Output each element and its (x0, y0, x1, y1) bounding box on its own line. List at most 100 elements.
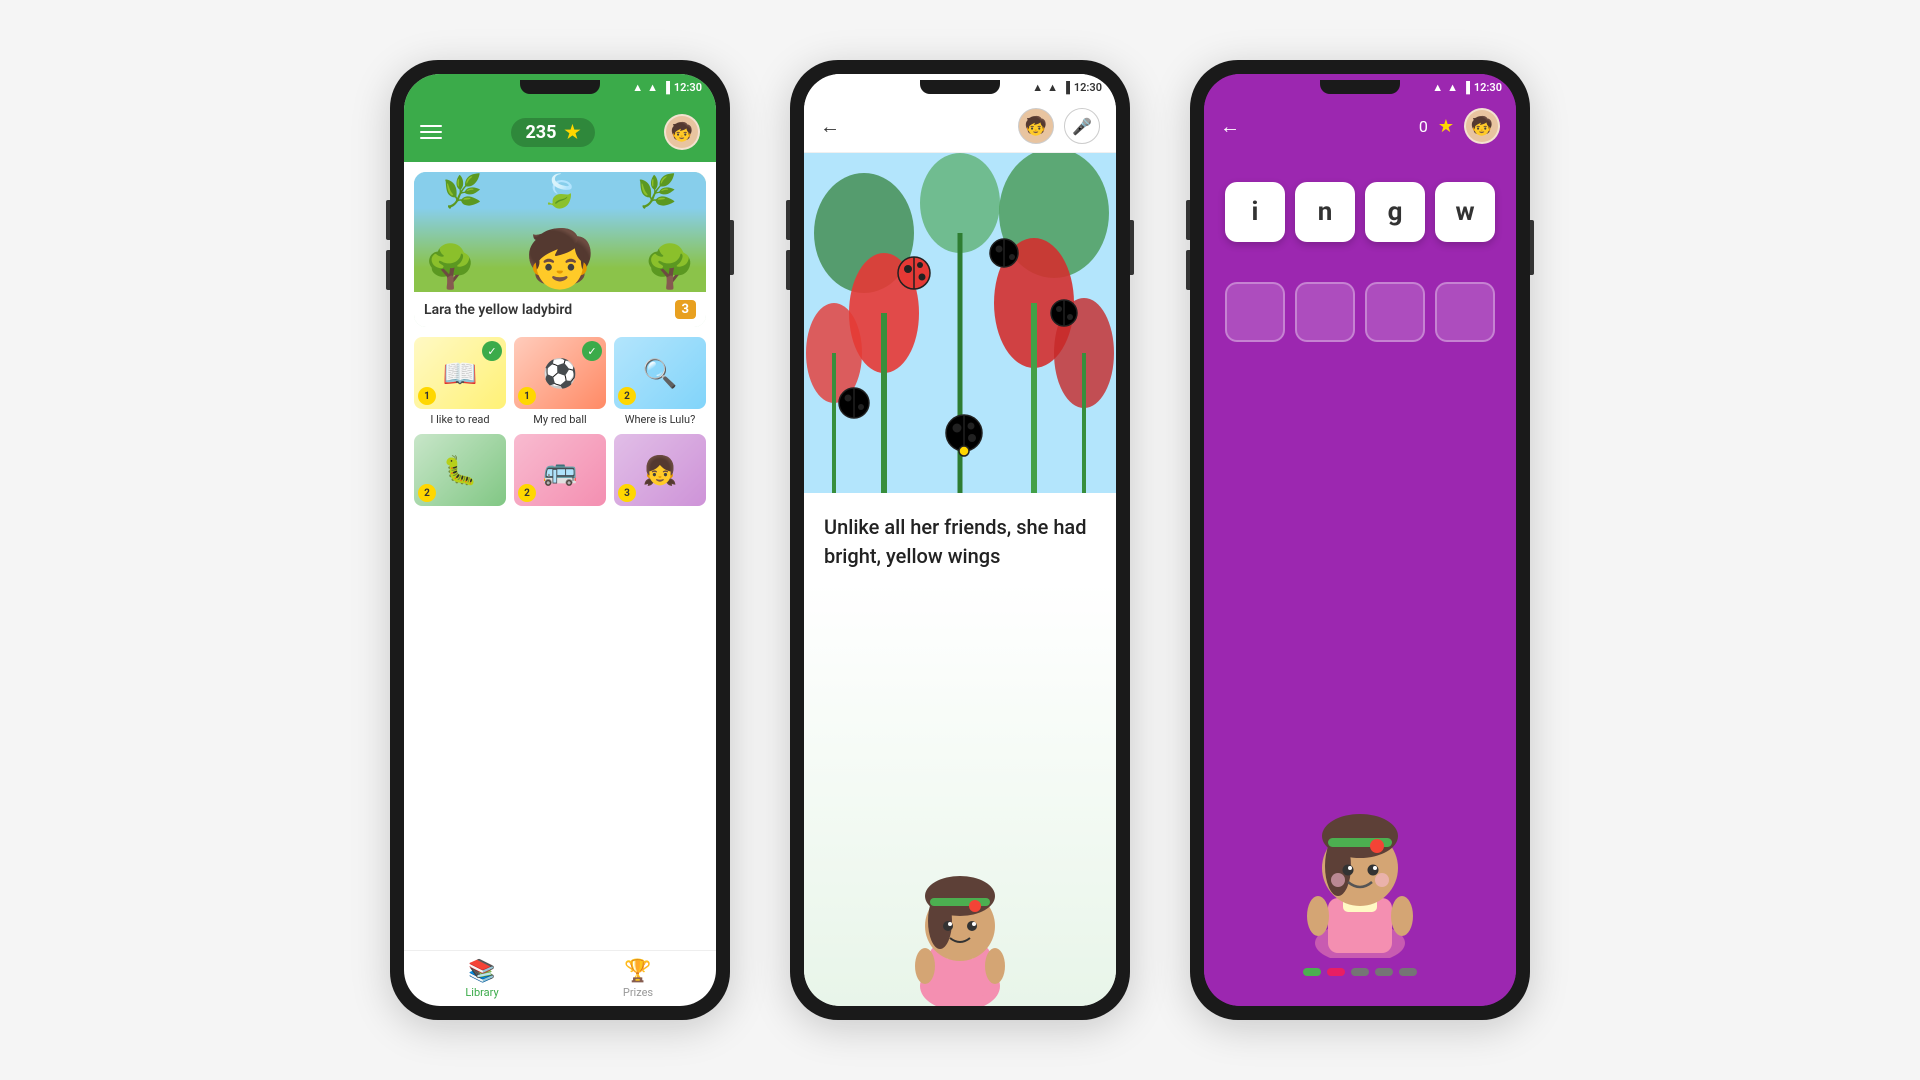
phone-notch-2 (920, 80, 1000, 94)
back-button-2[interactable]: ← (820, 114, 840, 139)
featured-card[interactable]: 🌿🍃🌿 🌳 🌳 🧒 Lara the yellow ladybird 3 (414, 172, 706, 327)
library-icon: 📚 (468, 959, 495, 984)
story-text: Unlike all her friends, she had bright, … (804, 493, 1116, 583)
bottom-tabs: 📚 Library 🏆 Prizes (404, 950, 716, 1006)
leaves-decoration: 🌿🍃🌿 (414, 172, 706, 210)
vol-btn-1 (386, 200, 390, 240)
time-2: 12:30 (1074, 81, 1102, 94)
book-thumb-1: 📖 ✓ 1 (414, 337, 506, 409)
tab-library[interactable]: 📚 Library (404, 951, 560, 1006)
phone1-header: 235 ★ 🧒 (404, 100, 716, 162)
featured-title-text: Lara the yellow ladybird (424, 302, 572, 318)
book-item-1[interactable]: 📖 ✓ 1 I like to read (414, 337, 506, 426)
answer-slot-1[interactable] (1225, 282, 1285, 342)
power-btn-1 (730, 220, 734, 275)
book-thumb-5: 🚌 2 (514, 434, 606, 506)
phone-notch-3 (1320, 80, 1400, 94)
num-badge-3: 2 (618, 387, 636, 405)
progress-dots (1293, 958, 1427, 986)
book-label-2: My red ball (514, 413, 606, 426)
answer-slot-2[interactable] (1295, 282, 1355, 342)
phone3-character (1280, 382, 1440, 958)
book-label-3: Where is Lulu? (614, 413, 706, 426)
book-item-3[interactable]: 🔍 2 Where is Lulu? (614, 337, 706, 426)
phone3-header: ← 0 ★ 🧒 (1204, 100, 1516, 152)
book-label-1: I like to read (414, 413, 506, 426)
answer-slot-4[interactable] (1435, 282, 1495, 342)
avatar-2[interactable]: 🧒 (1018, 108, 1054, 144)
phone2-content: Unlike all her friends, she had bright, … (804, 153, 1116, 1006)
book-item-4[interactable]: 🐛 2 (414, 434, 506, 510)
letter-g: g (1388, 197, 1403, 227)
progress-dot-1 (1303, 968, 1321, 976)
phone-2: ▲ ▲ ▐ 12:30 ← 🧒 🎤 (790, 60, 1130, 1020)
tab-library-label: Library (465, 986, 498, 999)
num-badge-1: 1 (418, 387, 436, 405)
score-pill: 235 ★ (511, 118, 594, 147)
answer-slots (1225, 282, 1495, 342)
phone3-score-area: 0 ★ 🧒 (1419, 108, 1500, 144)
phone-1: ▲ ▲ ▐ 12:30 235 ★ 🧒 (390, 60, 730, 1020)
vol-btn2-p3 (1186, 250, 1190, 290)
progress-dot-3 (1351, 968, 1369, 976)
avatar-1[interactable]: 🧒 (664, 114, 700, 150)
letter-tile-i[interactable]: i (1225, 182, 1285, 242)
vol-btn-p2 (786, 200, 790, 240)
num-badge-4: 2 (418, 484, 436, 502)
time-1: 12:30 (674, 81, 702, 94)
hamburger-menu[interactable] (420, 125, 442, 139)
book-item-2[interactable]: ⚽ ✓ 1 My red ball (514, 337, 606, 426)
header-actions-2: 🧒 🎤 (1018, 108, 1100, 144)
tree-left: 🌳 (424, 243, 476, 292)
star-icon-1: ★ (564, 122, 580, 143)
num-badge-6: 3 (618, 484, 636, 502)
answer-slot-3[interactable] (1365, 282, 1425, 342)
book-thumb-2: ⚽ ✓ 1 (514, 337, 606, 409)
power-btn-2 (1130, 220, 1134, 275)
prizes-icon: 🏆 (624, 959, 651, 984)
letter-tile-n[interactable]: n (1295, 182, 1355, 242)
book-thumb-4: 🐛 2 (414, 434, 506, 506)
book-emoji-5: 🚌 (543, 454, 578, 487)
lara-character: 🧒 (525, 226, 595, 292)
progress-dot-5 (1399, 968, 1417, 976)
phone-notch-1 (520, 80, 600, 94)
battery-icon-1: ▐ (662, 81, 670, 94)
book-item-5[interactable]: 🚌 2 (514, 434, 606, 510)
num-badge-5: 2 (518, 484, 536, 502)
tab-prizes[interactable]: 🏆 Prizes (560, 951, 716, 1006)
letter-tile-g[interactable]: g (1365, 182, 1425, 242)
star-icon-3: ★ (1438, 116, 1454, 137)
vol-btn2-p2 (786, 250, 790, 290)
letter-w: w (1455, 197, 1474, 227)
book-grid: 📖 ✓ 1 I like to read ⚽ ✓ 1 My red ball (404, 327, 716, 950)
score-value: 235 (525, 122, 556, 143)
wifi-icon-2: ▲ (1047, 81, 1058, 94)
wifi-icon-3: ▲ (1447, 81, 1458, 94)
phone2-header: ← 🧒 🎤 (804, 100, 1116, 153)
letter-tiles: i n g w (1225, 182, 1495, 242)
check-badge-2: ✓ (582, 341, 602, 361)
featured-card-image: 🌿🍃🌿 🌳 🌳 🧒 (414, 172, 706, 292)
signal-icon-3: ▲ (1432, 81, 1443, 94)
letter-i: i (1252, 197, 1259, 227)
tree-right: 🌳 (644, 243, 696, 292)
book-thumb-3: 🔍 2 (614, 337, 706, 409)
letter-n: n (1318, 197, 1333, 227)
featured-badge: 3 (675, 300, 696, 319)
book-item-6[interactable]: 👧 3 (614, 434, 706, 510)
letter-tile-w[interactable]: w (1435, 182, 1495, 242)
time-3: 12:30 (1474, 81, 1502, 94)
book-emoji-4: 🐛 (443, 454, 478, 487)
progress-dot-4 (1375, 968, 1393, 976)
featured-card-title-bar: Lara the yellow ladybird 3 (414, 292, 706, 327)
avatar-3[interactable]: 🧒 (1464, 108, 1500, 144)
phone1-content: 🌿🍃🌿 🌳 🌳 🧒 Lara the yellow ladybird 3 (404, 162, 716, 1006)
book-emoji-1: 📖 (443, 357, 478, 390)
back-button-3[interactable]: ← (1220, 114, 1240, 139)
wifi-icon-1: ▲ (647, 81, 658, 94)
phone3-content: i n g w (1204, 152, 1516, 1006)
signal-icon-2: ▲ (1032, 81, 1043, 94)
vol-btn-2 (386, 250, 390, 290)
mic-button[interactable]: 🎤 (1064, 108, 1100, 144)
